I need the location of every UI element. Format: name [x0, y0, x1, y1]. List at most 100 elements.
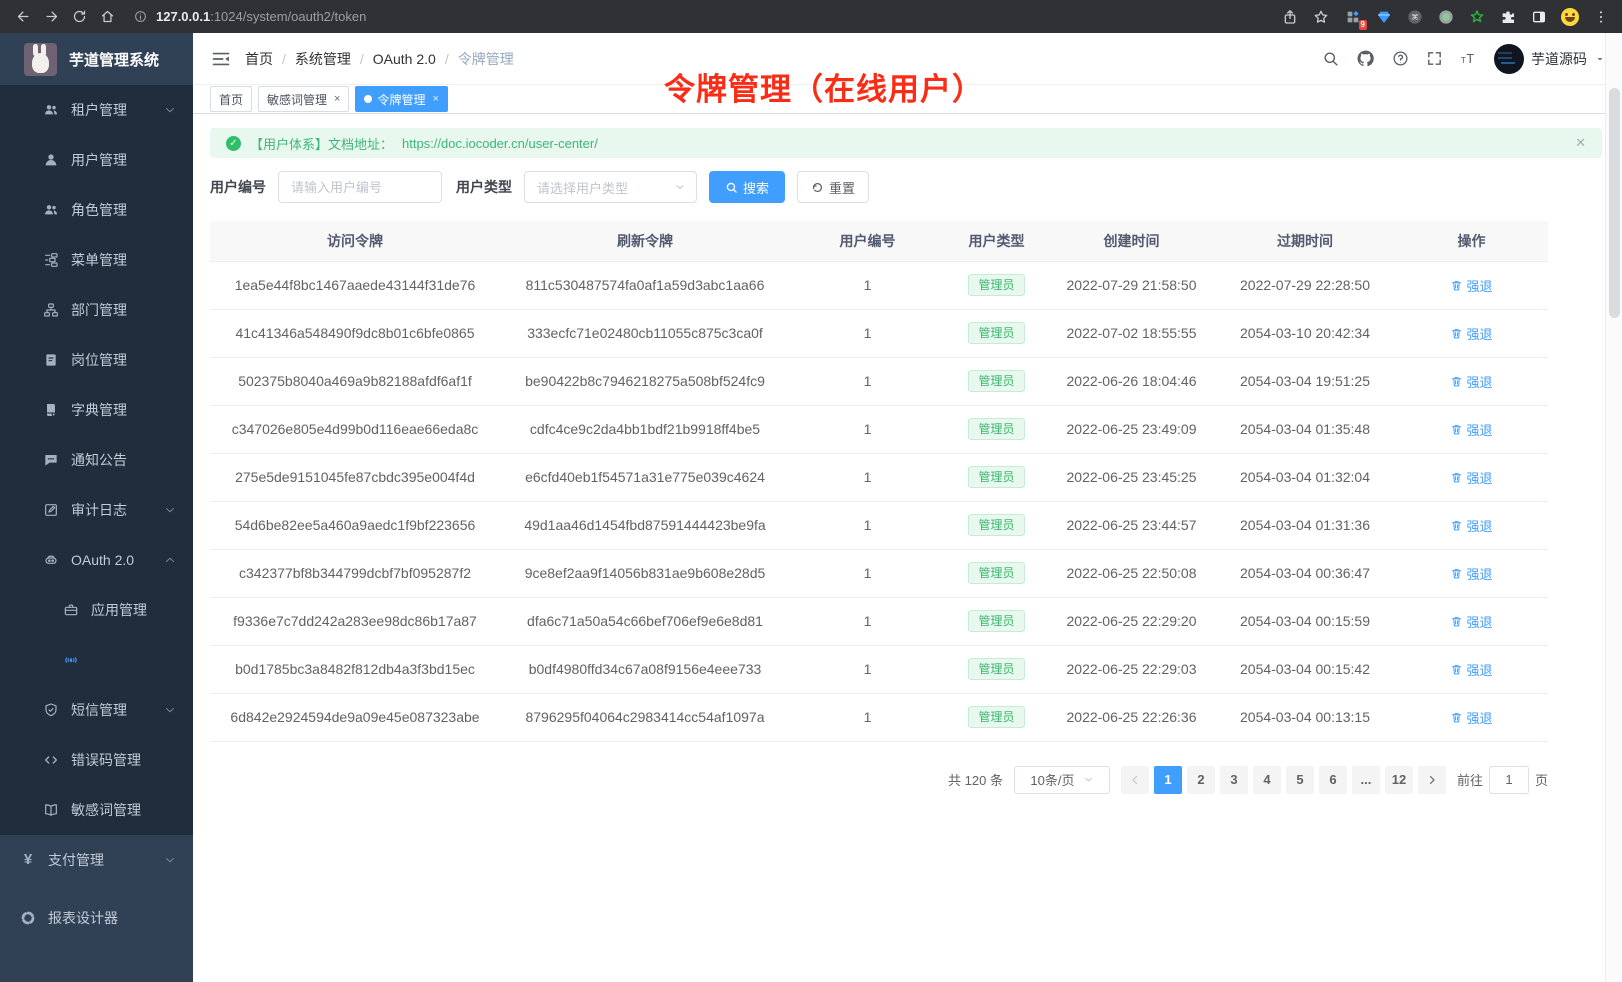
force-logout-button[interactable]: 强退: [1450, 420, 1492, 439]
page-button-2[interactable]: 2: [1187, 766, 1215, 794]
breadcrumb-item[interactable]: 首页: [245, 49, 273, 69]
browser-menu-icon[interactable]: [1590, 6, 1612, 28]
gem-extension-icon[interactable]: [1373, 6, 1395, 28]
sidebar-item-post[interactable]: 岗位管理: [0, 335, 193, 385]
collapse-sidebar-icon[interactable]: [211, 49, 231, 69]
prev-page-button[interactable]: [1121, 766, 1149, 794]
doc-link[interactable]: https://doc.iocoder.cn/user-center/: [402, 136, 598, 151]
sidebar-item-role[interactable]: 角色管理: [0, 185, 193, 235]
search-icon[interactable]: [1322, 50, 1339, 67]
address-bar[interactable]: 127.0.0.1:1024/system/oauth2/token: [134, 3, 1332, 31]
expire-time-cell: 2054-03-04 00:15:42: [1215, 645, 1395, 693]
page-button-6[interactable]: 6: [1319, 766, 1347, 794]
column-header: 创建时间: [1048, 221, 1215, 261]
tab-令牌管理[interactable]: 令牌管理×: [355, 86, 447, 112]
page-size-select[interactable]: 10条/页: [1014, 766, 1110, 794]
page-button-1[interactable]: 1: [1154, 766, 1182, 794]
sidebar-item-label: 岗位管理: [71, 350, 127, 370]
browser-home-button[interactable]: [94, 4, 120, 30]
column-header: 访问令牌: [210, 221, 500, 261]
expire-time-cell: 2054-03-04 00:36:47: [1215, 549, 1395, 597]
site-info-icon[interactable]: [134, 10, 147, 23]
sidebar-item-oauth2-token[interactable]: 令牌管理: [0, 635, 193, 685]
split-window-icon[interactable]: [1528, 6, 1550, 28]
user-type-tag: 管理员: [968, 658, 1024, 680]
bookmark-star-icon[interactable]: [1310, 6, 1332, 28]
tab-首页[interactable]: 首页: [210, 86, 252, 112]
goto-page-input[interactable]: [1489, 766, 1529, 794]
page-button-12[interactable]: 12: [1385, 766, 1413, 794]
browser-back-button[interactable]: [10, 4, 36, 30]
close-icon[interactable]: ✕: [1575, 135, 1586, 151]
browser-chrome: 127.0.0.1:1024/system/oauth2/token 9 ⌘: [0, 0, 1622, 33]
more-pages-button[interactable]: ...: [1352, 766, 1380, 794]
search-button[interactable]: 搜索: [709, 171, 785, 203]
sidebar-item-oauth2[interactable]: OAuth 2.0: [0, 535, 193, 585]
user-id-cell: 1: [790, 405, 945, 453]
user-type-select[interactable]: 请选择用户类型: [524, 171, 697, 203]
page-button-3[interactable]: 3: [1220, 766, 1248, 794]
reset-button[interactable]: 重置: [797, 171, 869, 203]
chevron-down-icon: [164, 104, 176, 116]
access-token-cell: b0d1785bc3a8482f812db4a3f3bd15ec: [210, 645, 500, 693]
sidebar-item-tenant[interactable]: 租户管理: [0, 85, 193, 135]
record-extension-icon[interactable]: [1435, 6, 1457, 28]
close-icon[interactable]: ×: [432, 93, 438, 105]
next-page-button[interactable]: [1418, 766, 1446, 794]
scrollbar-thumb[interactable]: [1609, 88, 1620, 318]
column-header: 用户编号: [790, 221, 945, 261]
sidebar-item-menu[interactable]: 菜单管理: [0, 235, 193, 285]
sidebar-item-dict[interactable]: 字典管理: [0, 385, 193, 435]
help-icon[interactable]: [1392, 50, 1409, 67]
browser-reload-button[interactable]: [66, 4, 92, 30]
sidebar-item-dept[interactable]: 部门管理: [0, 285, 193, 335]
table-row: 54d6be82ee5a460a9aedc1f9bf22365649d1aa46…: [210, 501, 1548, 549]
font-size-icon[interactable]: TT: [1460, 50, 1477, 67]
app-logo[interactable]: 芋道管理系统: [0, 33, 193, 85]
force-logout-button[interactable]: 强退: [1450, 564, 1492, 583]
sidebar-item-pay[interactable]: ¥支付管理: [0, 835, 193, 885]
user-menu[interactable]: 芋道源码: [1494, 44, 1606, 74]
share-icon[interactable]: [1279, 6, 1301, 28]
breadcrumb-item[interactable]: OAuth 2.0: [373, 51, 436, 67]
user-id-cell: 1: [790, 453, 945, 501]
app-icon: [63, 602, 79, 618]
force-logout-button[interactable]: 强退: [1450, 372, 1492, 391]
extension-grid-icon[interactable]: 9: [1342, 6, 1364, 28]
page-button-4[interactable]: 4: [1253, 766, 1281, 794]
force-logout-button[interactable]: 强退: [1450, 324, 1492, 343]
user-type-cell: 管理员: [945, 261, 1048, 309]
sidebar-item-audit-log[interactable]: 审计日志: [0, 485, 193, 535]
browser-forward-button[interactable]: [38, 4, 64, 30]
force-logout-button[interactable]: 强退: [1450, 708, 1492, 727]
github-icon[interactable]: [1356, 49, 1375, 68]
command-extension-icon[interactable]: ⌘: [1404, 6, 1426, 28]
sidebar-item-oauth2-app[interactable]: 应用管理: [0, 585, 193, 635]
force-logout-button[interactable]: 强退: [1450, 468, 1492, 487]
profile-avatar-icon[interactable]: [1559, 6, 1581, 28]
force-logout-button[interactable]: 强退: [1450, 660, 1492, 679]
doc-alert: ✓ 【用户体系】文档地址： https://doc.iocoder.cn/use…: [210, 128, 1602, 158]
sidebar-item-sensitive-word[interactable]: 敏感词管理: [0, 785, 193, 835]
fullscreen-icon[interactable]: [1426, 50, 1443, 67]
sidebar-item-error-code[interactable]: 错误码管理: [0, 735, 193, 785]
close-icon[interactable]: ×: [334, 93, 340, 105]
sidebar-item-notice[interactable]: 通知公告: [0, 435, 193, 485]
tab-敏感词管理[interactable]: 敏感词管理×: [258, 86, 349, 112]
table-row: c342377bf8b344799dcbf7bf095287f29ce8ef2a…: [210, 549, 1548, 597]
user-id-input[interactable]: [278, 171, 442, 203]
user-type-cell: 管理员: [945, 597, 1048, 645]
puzzle-extension-icon[interactable]: [1497, 6, 1519, 28]
page-button-5[interactable]: 5: [1286, 766, 1314, 794]
force-logout-button[interactable]: 强退: [1450, 612, 1492, 631]
breadcrumb-item[interactable]: 系统管理: [295, 49, 351, 69]
sidebar-item-sms[interactable]: 短信管理: [0, 685, 193, 735]
force-logout-button[interactable]: 强退: [1450, 276, 1492, 295]
sidebar-item-report-designer[interactable]: 报表设计器: [0, 893, 193, 943]
scrollbar[interactable]: [1605, 33, 1622, 982]
trash-icon: [1450, 711, 1463, 724]
green-star-extension-icon[interactable]: [1466, 6, 1488, 28]
sidebar-item-user[interactable]: 用户管理: [0, 135, 193, 185]
access-token-cell: f9336e7c7dd242a283ee98dc86b17a87: [210, 597, 500, 645]
force-logout-button[interactable]: 强退: [1450, 516, 1492, 535]
